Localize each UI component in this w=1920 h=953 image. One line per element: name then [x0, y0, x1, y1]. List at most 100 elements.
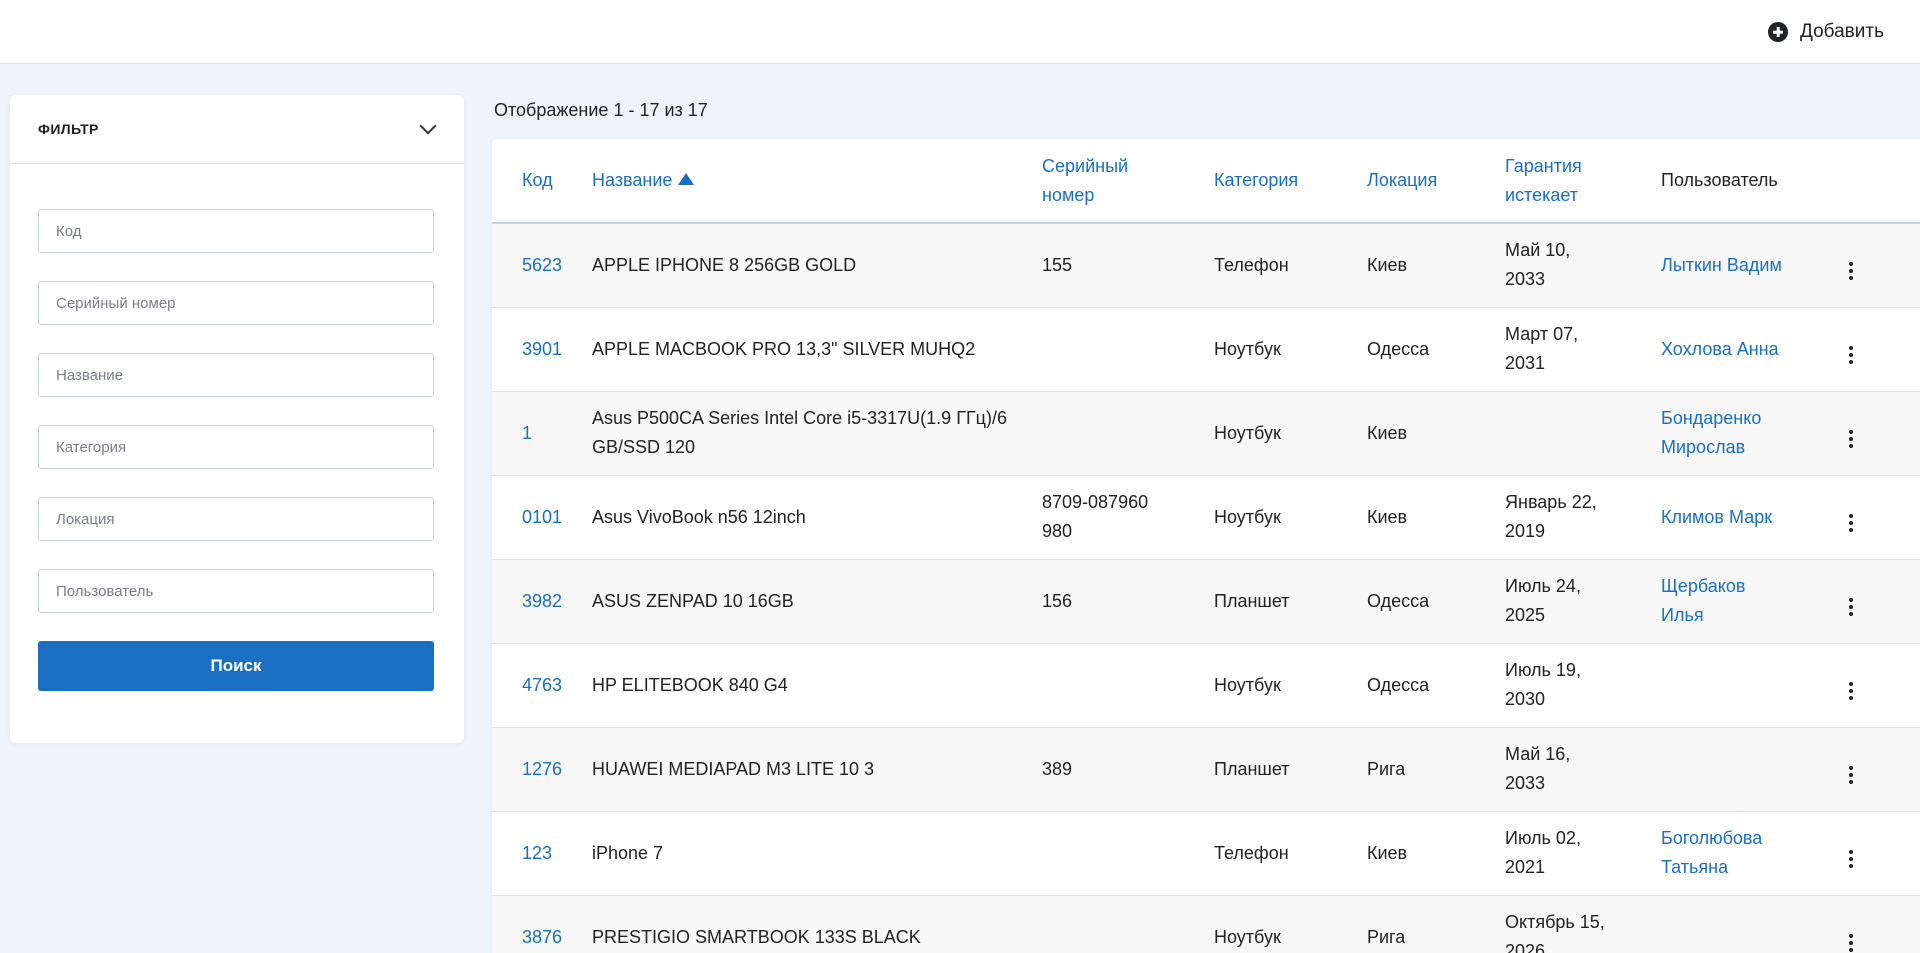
warranty-cell: Май 16, 2033 [1505, 727, 1661, 811]
column-header-serial[interactable]: Серийный номер [1042, 139, 1214, 223]
serial-cell: 8709-087960980 [1042, 475, 1214, 559]
category-cell-text: Телефон [1214, 254, 1289, 275]
add-button[interactable]: Добавить [1768, 16, 1884, 48]
category-cell: Телефон [1214, 223, 1367, 307]
kebab-dot [1849, 521, 1853, 525]
user-cell: Боголюбова Татьяна [1661, 811, 1841, 895]
column-header-warranty[interactable]: Гарантия истекает [1505, 139, 1661, 223]
code-cell: 3876 [492, 895, 592, 953]
serial-cell-text: 156 [1042, 590, 1073, 611]
category-cell: Ноутбук [1214, 475, 1367, 559]
code-cell: 1 [492, 391, 592, 475]
location-filter-input[interactable] [38, 497, 434, 541]
kebab-dot [1849, 269, 1853, 274]
category-cell-text: Ноутбук [1214, 422, 1281, 443]
category-cell: Планшет [1214, 727, 1367, 811]
category-cell: Ноутбук [1214, 643, 1367, 727]
code-filter-input[interactable] [38, 209, 434, 253]
location-cell-text: Киев [1367, 842, 1408, 863]
location-cell: Одесса [1367, 559, 1505, 643]
category-cell-text: Ноутбук [1214, 506, 1281, 527]
column-header-name[interactable]: Название [592, 139, 1042, 223]
table-row: 5623 APPLE IPHONE 8 256GB GOLD 155 Телефон К… [492, 223, 1920, 307]
assets-table: Код Название Серийный номер Категория Ло… [492, 139, 1920, 953]
column-header-code[interactable]: Код [492, 139, 592, 223]
category-filter-input[interactable] [38, 425, 434, 469]
table-row: 3982 ASUS ZENPAD 10 16GB 156 Планшет Одесса И… [492, 559, 1920, 643]
name-cell-text: PRESTIGIO SMARTBOOK 133S BLACK [592, 926, 921, 947]
user-link[interactable]: Хохлова Анна [1661, 335, 1791, 364]
user-cell: Климов Марк [1661, 475, 1841, 559]
warranty-cell-text: Март 07, 2031 [1505, 324, 1579, 373]
asset-code-link[interactable]: 123 [522, 843, 552, 863]
code-cell: 4763 [492, 643, 592, 727]
results-count: Отображение 1 - 17 из 17 [494, 100, 708, 120]
warranty-cell: Июль 02, 2021 [1505, 811, 1661, 895]
kebab-dot [1849, 437, 1853, 441]
plus-circle-icon [1768, 22, 1789, 42]
warranty-cell-text: Июль 19, 2030 [1505, 660, 1581, 709]
user-cell: Лыткин Вадим [1661, 223, 1841, 307]
name-cell-text: HUAWEI MEDIAPAD M3 LITE 10 3 [592, 758, 875, 779]
name-cell: iPhone 7 [592, 811, 1042, 895]
more-vertical-icon[interactable] [1843, 846, 1859, 872]
column-header-category[interactable]: Категория [1214, 139, 1367, 223]
user-cell [1661, 727, 1841, 811]
name-cell: PRESTIGIO SMARTBOOK 133S BLACK [592, 895, 1042, 953]
location-cell: Киев [1367, 391, 1505, 475]
code-cell: 3901 [492, 307, 592, 391]
asset-code-link[interactable]: 1 [522, 423, 532, 443]
asset-code-link[interactable]: 3901 [522, 339, 562, 359]
name-cell: HUAWEI MEDIAPAD M3 LITE 10 3 [592, 727, 1042, 811]
name-cell-text: Asus VivoBook n56 12inch [592, 506, 806, 527]
column-header-location-label: Локация [1367, 170, 1438, 191]
category-cell: Ноутбук [1214, 391, 1367, 475]
filter-panel: ФИЛЬТР Поиск [10, 95, 464, 743]
user-cell [1661, 895, 1841, 953]
more-vertical-icon[interactable] [1843, 342, 1859, 368]
user-link[interactable]: Боголюбова Татьяна [1661, 824, 1791, 882]
warranty-cell: Май 10, 2033 [1505, 223, 1661, 307]
more-vertical-icon[interactable] [1843, 678, 1859, 704]
row-actions-cell [1841, 559, 1920, 643]
column-header-location[interactable]: Локация [1367, 139, 1505, 223]
asset-code-link[interactable]: 3982 [522, 591, 562, 611]
more-vertical-icon[interactable] [1843, 762, 1859, 788]
search-button[interactable]: Поиск [38, 641, 434, 691]
kebab-dot [1849, 612, 1853, 616]
filter-header[interactable]: ФИЛЬТР [10, 95, 464, 164]
chevron-down-icon[interactable] [419, 117, 437, 135]
table-row: 1 Asus P500CA Series Intel Core i5-3317U(… [492, 391, 1920, 475]
user-link[interactable]: Лыткин Вадим [1661, 251, 1791, 280]
more-vertical-icon[interactable] [1843, 426, 1859, 452]
asset-code-link[interactable]: 5623 [522, 255, 562, 275]
warranty-cell-text: Май 16, 2033 [1505, 744, 1571, 793]
column-header-name-label: Название [592, 170, 673, 191]
kebab-dot [1849, 864, 1853, 868]
code-cell: 5623 [492, 223, 592, 307]
serial-cell-text: 8709-087960980 [1042, 492, 1149, 541]
more-vertical-icon[interactable] [1843, 594, 1859, 620]
warranty-cell-text: Октябрь 15, 2026 [1505, 912, 1605, 953]
user-link[interactable]: Щербаков Илья [1661, 572, 1791, 630]
serial-filter-input[interactable] [38, 281, 434, 325]
name-cell: APPLE IPHONE 8 256GB GOLD [592, 223, 1042, 307]
asset-code-link[interactable]: 1276 [522, 759, 562, 779]
location-cell-text: Рига [1367, 926, 1406, 947]
more-vertical-icon[interactable] [1843, 510, 1859, 536]
asset-code-link[interactable]: 0101 [522, 507, 562, 527]
kebab-dot [1849, 689, 1853, 693]
name-filter-input[interactable] [38, 353, 434, 397]
more-vertical-icon[interactable] [1843, 258, 1859, 284]
row-actions-cell [1841, 643, 1920, 727]
asset-code-link[interactable]: 3876 [522, 927, 562, 947]
asset-code-link[interactable]: 4763 [522, 675, 562, 695]
kebab-dot [1849, 948, 1853, 953]
user-filter-input[interactable] [38, 569, 434, 613]
user-link[interactable]: Бондаренко Мирослав [1661, 404, 1791, 462]
more-vertical-icon[interactable] [1843, 930, 1859, 953]
user-link[interactable]: Климов Марк [1661, 503, 1791, 532]
warranty-cell-text: Июль 02, 2021 [1505, 828, 1581, 877]
serial-cell [1042, 307, 1214, 391]
serial-cell: 156 [1042, 559, 1214, 643]
